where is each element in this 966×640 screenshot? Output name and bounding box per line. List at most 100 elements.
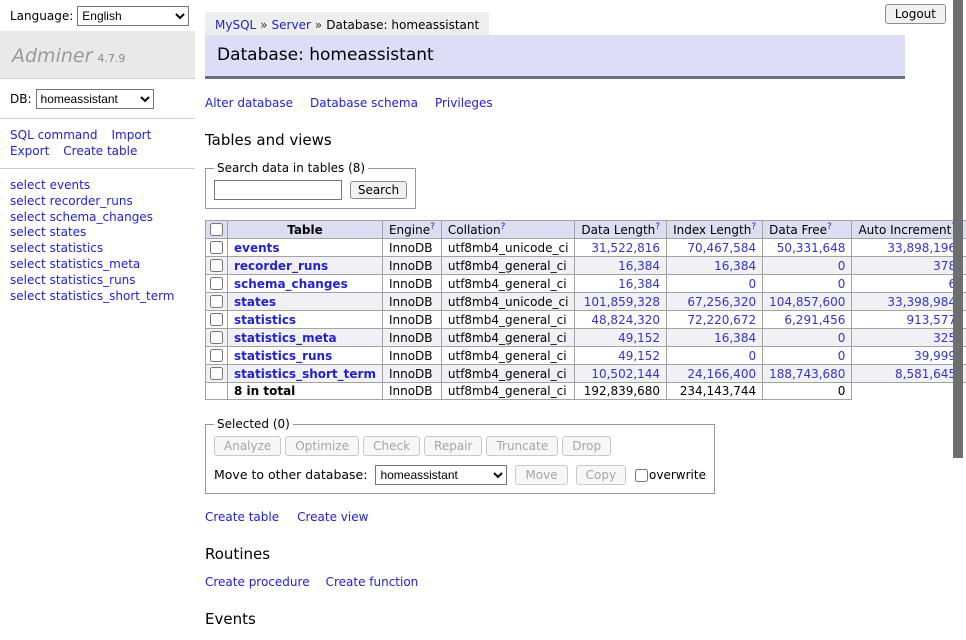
sidebar-action-line: SQL command Import	[10, 127, 185, 143]
data-length-cell: 49,152	[575, 347, 667, 365]
check-button[interactable]: Check	[363, 436, 420, 456]
table-link-recorder_runs[interactable]: recorder_runs	[234, 259, 328, 273]
table-link-statistics[interactable]: statistics	[234, 313, 296, 327]
row-checkbox[interactable]	[210, 277, 223, 290]
sidebar-table-link-statistics[interactable]: statistics	[50, 241, 104, 255]
collation-cell: utf8mb4_unicode_ci	[441, 239, 575, 257]
sidebar-table-link-events[interactable]: events	[50, 178, 90, 192]
table-link-statistics_short_term[interactable]: statistics_short_term	[234, 367, 376, 381]
sidebar-link-export[interactable]: Export	[10, 144, 49, 158]
sidebar-table-link-statistics_meta[interactable]: statistics_meta	[50, 257, 141, 271]
table-link-schema_changes[interactable]: schema_changes	[234, 277, 348, 291]
row-checkbox[interactable]	[210, 295, 223, 308]
row-checkbox[interactable]	[210, 313, 223, 326]
sidebar-action-line: Export Create table	[10, 143, 185, 159]
table-link-statistics_meta[interactable]: statistics_meta	[234, 331, 337, 345]
engine-cell: InnoDB	[382, 257, 441, 275]
index-length-cell: 16,384	[667, 329, 763, 347]
top-link-privileges[interactable]: Privileges	[435, 96, 493, 110]
repair-button[interactable]: Repair	[424, 436, 482, 456]
index-length-cell: 70,467,584	[667, 239, 763, 257]
select-all-cell	[206, 221, 228, 239]
sidebar-link-create-table[interactable]: Create table	[63, 144, 137, 158]
collation-cell: utf8mb4_general_ci	[441, 257, 575, 275]
drop-button[interactable]: Drop	[562, 436, 611, 456]
auto-increment-cell: 33,898,196	[852, 239, 963, 257]
search-button[interactable]: Search	[350, 181, 407, 199]
selected-fieldset: Selected (0) AnalyzeOptimizeCheckRepairT…	[205, 417, 715, 494]
row-checkbox[interactable]	[210, 331, 223, 344]
select-link-statistics[interactable]: select	[10, 241, 46, 255]
select-link-recorder_runs[interactable]: select	[10, 194, 46, 208]
select-all-checkbox[interactable]	[210, 223, 223, 236]
column-header-rows: Rows?	[963, 221, 966, 239]
collation-cell: utf8mb4_unicode_ci	[441, 293, 575, 311]
optimize-button[interactable]: Optimize	[285, 436, 359, 456]
select-link-events[interactable]: select	[10, 178, 46, 192]
table-header-row: TableEngine?Collation?Data Length?Index …	[206, 221, 966, 239]
sidebar-table-item: select statistics_short_term	[10, 289, 185, 305]
auto-increment-cell: 33,398,984	[852, 293, 963, 311]
table-row: recorder_runsInnoDButf8mb4_general_ci16,…	[206, 257, 966, 275]
top-link-database-schema[interactable]: Database schema	[310, 96, 418, 110]
row-check-cell	[206, 347, 228, 365]
index-length-cell: 24,166,400	[667, 365, 763, 383]
analyze-button[interactable]: Analyze	[214, 436, 281, 456]
hint-marker[interactable]: ?	[430, 222, 435, 232]
routine-link-create-function[interactable]: Create function	[326, 575, 419, 589]
overwrite-checkbox[interactable]	[635, 469, 648, 482]
table-link-events[interactable]: events	[234, 241, 280, 255]
move-db-select[interactable]: homeassistant	[375, 465, 507, 485]
bottom-link-create-view[interactable]: Create view	[297, 510, 368, 524]
hint-marker[interactable]: ?	[827, 222, 832, 232]
search-input[interactable]	[214, 180, 342, 200]
row-checkbox[interactable]	[210, 259, 223, 272]
sidebar-table-link-recorder_runs[interactable]: recorder_runs	[50, 194, 133, 208]
collation-cell: utf8mb4_general_ci	[441, 365, 575, 383]
table-row: statistics_metaInnoDButf8mb4_general_ci4…	[206, 329, 966, 347]
copy-button[interactable]: Copy	[576, 465, 626, 485]
table-link-states[interactable]: states	[234, 295, 276, 309]
auto-increment-cell: 39,999	[852, 347, 963, 365]
select-link-statistics_runs[interactable]: select	[10, 273, 46, 287]
row-checkbox[interactable]	[210, 241, 223, 254]
create-links: Create table Create view	[205, 510, 905, 524]
hint-marker[interactable]: ?	[501, 222, 506, 232]
hint-marker[interactable]: ?	[655, 222, 660, 232]
sidebar-link-sql-command[interactable]: SQL command	[10, 128, 97, 142]
column-header-collation: Collation?	[441, 221, 575, 239]
select-link-statistics_short_term[interactable]: select	[10, 289, 46, 303]
db-select[interactable]: homeassistant	[36, 89, 154, 109]
row-checkbox[interactable]	[210, 367, 223, 380]
top-link-alter-database[interactable]: Alter database	[205, 96, 293, 110]
move-label: Move to other database:	[214, 467, 367, 482]
table-row: statistics_short_termInnoDButf8mb4_gener…	[206, 365, 966, 383]
table-link-statistics_runs[interactable]: statistics_runs	[234, 349, 332, 363]
row-checkbox[interactable]	[210, 349, 223, 362]
sidebar-table-item: select events	[10, 178, 185, 194]
totals-data-free-cell: 0	[763, 383, 852, 400]
data-length-cell: 101,859,328	[575, 293, 667, 311]
select-link-schema_changes[interactable]: select	[10, 210, 46, 224]
logout-button[interactable]: Logout	[885, 4, 946, 24]
row-check-cell	[206, 293, 228, 311]
bottom-link-create-table[interactable]: Create table	[205, 510, 279, 524]
table-name-cell: states	[228, 293, 383, 311]
truncate-button[interactable]: Truncate	[486, 436, 558, 456]
row-check-cell	[206, 257, 228, 275]
routine-link-create-procedure[interactable]: Create procedure	[205, 575, 310, 589]
sidebar-table-link-statistics_runs[interactable]: statistics_runs	[50, 273, 136, 287]
language-select[interactable]: English	[77, 6, 189, 26]
totals-empty-cell	[206, 383, 228, 400]
sidebar-link-import[interactable]: Import	[111, 128, 151, 142]
sidebar-table-link-states[interactable]: states	[50, 225, 87, 239]
hint-marker[interactable]: ?	[751, 222, 756, 232]
table-row: schema_changesInnoDButf8mb4_general_ci16…	[206, 275, 966, 293]
select-link-states[interactable]: select	[10, 225, 46, 239]
move-button[interactable]: Move	[515, 465, 567, 485]
select-link-statistics_meta[interactable]: select	[10, 257, 46, 271]
data-free-cell: 104,857,600	[763, 293, 852, 311]
sidebar-table-link-schema_changes[interactable]: schema_changes	[50, 210, 153, 224]
sidebar-table-link-statistics_short_term[interactable]: statistics_short_term	[50, 289, 175, 303]
scrollbar-thumb[interactable]	[953, 0, 963, 458]
